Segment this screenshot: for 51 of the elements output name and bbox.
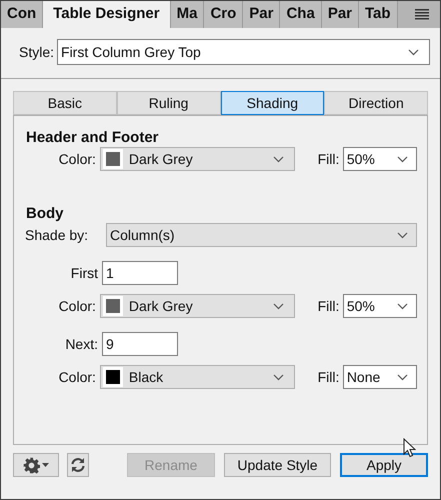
section-heading: Header and Footer <box>26 129 160 147</box>
fill-label: Fill: <box>318 296 340 316</box>
panel-tab[interactable]: Par <box>322 1 359 28</box>
shade-by-dropdown[interactable]: Column(s) <box>106 223 417 247</box>
color-dropdown[interactable]: Dark Grey <box>100 294 295 318</box>
caret-icon <box>42 463 49 467</box>
refresh-icon <box>70 457 86 473</box>
shade-by-label: Shade by: <box>25 226 90 245</box>
tab[interactable]: Shading <box>220 91 324 115</box>
panel-tab[interactable]: Cro <box>204 1 244 28</box>
color-label: Color: <box>58 296 97 316</box>
fill-dropdown[interactable]: 50% <box>342 294 417 318</box>
chevron-down-icon <box>272 302 284 310</box>
gear-icon <box>23 456 40 474</box>
style-dropdown[interactable]: First Column Grey Top <box>57 39 430 65</box>
panel-tab[interactable]: Cha <box>280 1 322 28</box>
panel-tab[interactable]: Ma <box>170 1 204 28</box>
menu-icon[interactable] <box>415 9 429 20</box>
style-label: Style: <box>19 42 54 62</box>
chevron-down-icon <box>397 232 408 238</box>
chevron-down-icon <box>408 48 419 56</box>
panel-tab[interactable]: Par <box>243 1 280 28</box>
color-label: Color: <box>58 368 97 386</box>
tab[interactable]: Ruling <box>116 91 220 115</box>
fill-label: Fill: <box>318 150 340 168</box>
chevron-down-icon <box>272 156 284 162</box>
refresh-button[interactable] <box>67 453 89 477</box>
panel-tab[interactable]: Tab <box>359 1 398 28</box>
color-dropdown[interactable]: Black <box>100 365 295 389</box>
panel-tab[interactable]: Con <box>1 1 44 28</box>
chevron-down-icon <box>397 156 408 162</box>
chevron-down-icon <box>397 302 408 310</box>
dialog-button[interactable]: Update Style <box>224 453 331 477</box>
chevron-down-icon <box>397 374 408 380</box>
panel-tab[interactable]: Table Designer <box>43 1 171 28</box>
chevron-down-icon <box>272 374 284 380</box>
color-label: Color: <box>58 150 97 168</box>
tab[interactable]: Direction <box>324 91 428 115</box>
count-input[interactable]: 9 <box>102 332 178 356</box>
count-label: Next: <box>64 334 99 354</box>
fill-dropdown[interactable]: 50% <box>342 147 417 171</box>
fill-label: Fill: <box>318 368 340 386</box>
count-input[interactable]: 1 <box>102 261 178 285</box>
mouse-pointer-icon <box>403 438 416 458</box>
count-label: First <box>70 264 99 282</box>
color-dropdown[interactable]: Dark Grey <box>100 147 295 171</box>
section-heading: Body <box>26 205 64 223</box>
tab[interactable]: Basic <box>13 91 117 115</box>
settings-menu-button[interactable] <box>13 453 59 477</box>
dialog-button[interactable]: Apply <box>340 453 428 477</box>
fill-dropdown[interactable]: None <box>342 365 417 389</box>
